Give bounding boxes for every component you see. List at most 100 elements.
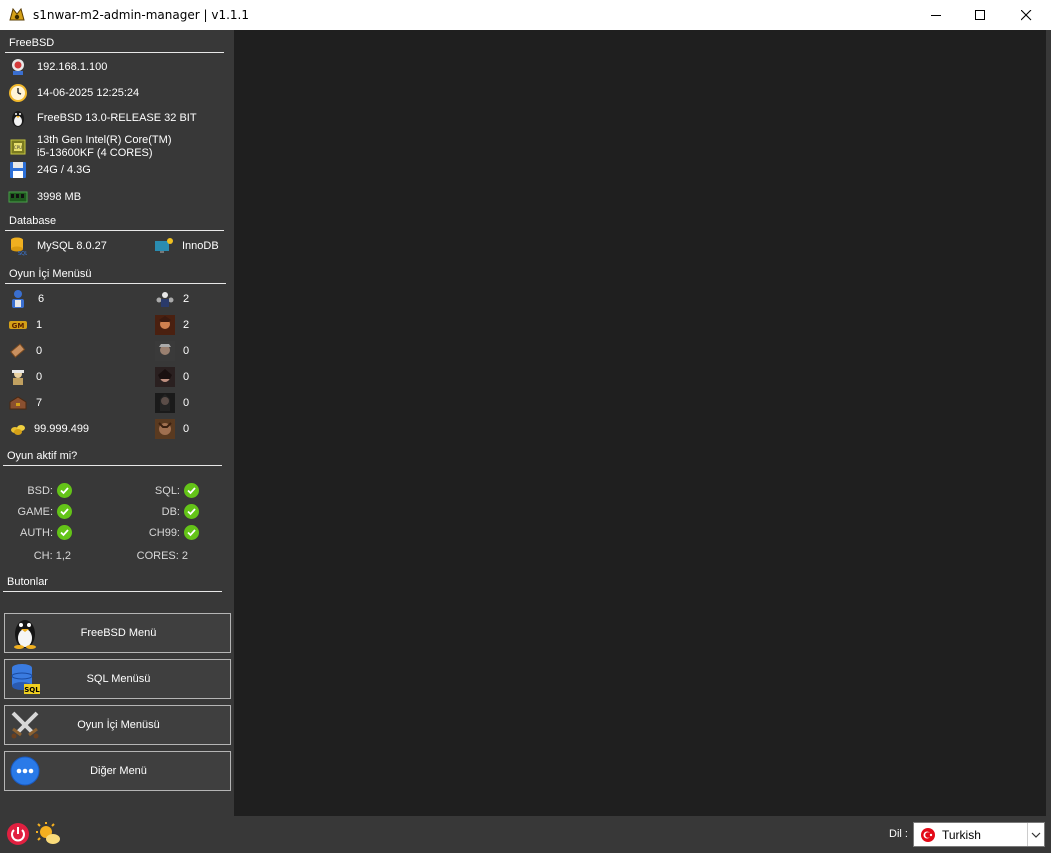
cores-info: CORES: 2: [120, 550, 188, 562]
check-icon: [184, 525, 199, 540]
sql-database-icon: SQL: [8, 236, 28, 256]
other-menu-button[interactable]: Diğer Menü: [4, 751, 231, 791]
floppy-disk-icon: [8, 160, 28, 180]
window-title: s1nwar-m2-admin-manager | v1.1.1: [33, 8, 249, 22]
language-dropdown[interactable]: Turkish: [913, 822, 1045, 847]
warrior-portrait-icon: [155, 315, 175, 335]
freebsd-menu-label: FreeBSD Menü: [80, 627, 157, 639]
sql-menu-label: SQL Menüsü: [86, 673, 151, 685]
shaman-value: 0: [183, 397, 190, 409]
app-window: s1nwar-m2-admin-manager | v1.1.1 FreeBSD…: [0, 0, 1051, 853]
item-value: 0: [36, 345, 43, 357]
ingame-menu-button[interactable]: Oyun İçi Menüsü: [4, 705, 231, 745]
lycan-value: 0: [183, 423, 190, 435]
auth-status: AUTH:: [0, 525, 72, 540]
svg-text:SQL: SQL: [18, 251, 27, 256]
section-divider: [5, 230, 224, 231]
ninja-portrait-icon: [155, 341, 175, 361]
ram-icon: [8, 187, 28, 207]
check-icon: [57, 504, 72, 519]
ingame-menu-label: Oyun İçi Menüsü: [77, 719, 160, 731]
language-label: Dil :: [889, 828, 908, 840]
yang-stat: 99.999.499: [8, 419, 89, 439]
ninja-stat: 0: [155, 341, 189, 361]
ram-row: 3998 MB: [8, 187, 81, 207]
scroll-icon: [8, 341, 28, 361]
database-section-title: Database: [9, 215, 57, 227]
sql-status-label: SQL:: [154, 484, 180, 497]
sql-menu-button[interactable]: SQL SQL Menüsü: [4, 659, 231, 699]
gm-count-value: 1: [36, 319, 43, 331]
other-menu-label: Diğer Menü: [90, 765, 147, 777]
db-version-row: SQL MySQL 8.0.27: [8, 236, 107, 256]
cpu-line-2: i5-13600KF (4 CORES): [37, 147, 153, 159]
game-status-label: GAME:: [17, 505, 53, 518]
buttons-section-title: Butonlar: [7, 576, 48, 588]
status-section-title: Oyun aktif mi?: [7, 450, 78, 462]
check-icon: [57, 525, 72, 540]
section-divider: [5, 52, 224, 53]
guild-value: 2: [183, 293, 190, 305]
gm-badge-icon: GM: [8, 315, 28, 335]
item-stat: 0: [8, 341, 42, 361]
gm-count-stat: GM 1: [8, 315, 42, 335]
db-status-label: DB:: [161, 505, 180, 518]
section-divider: [3, 465, 222, 466]
bottom-bar: Dil : Turkish: [0, 816, 1051, 853]
ram-amount: 3998 MB: [37, 190, 82, 203]
theme-toggle-icon[interactable]: [34, 821, 62, 847]
sql-status: SQL:: [120, 483, 199, 498]
svg-text:SQL: SQL: [24, 686, 40, 694]
close-button[interactable]: [1003, 0, 1049, 30]
yang-value: 99.999.499: [34, 423, 90, 435]
db-engine-row: InnoDB: [154, 236, 219, 256]
chevron-down-icon[interactable]: [1027, 823, 1044, 846]
turkey-flag-icon: [921, 827, 935, 842]
os-version: FreeBSD 13.0-RELEASE 32 BIT: [37, 111, 197, 124]
server-datetime: 14-06-2025 12:25:24: [37, 86, 140, 99]
cpu-row: CPU 13th Gen Intel(R) Core(TM) i5-13600K…: [8, 134, 171, 160]
cpu-icon: CPU: [8, 137, 28, 157]
mysql-version: MySQL 8.0.27: [37, 239, 107, 252]
warrior-stat: 2: [155, 315, 189, 335]
title-bar: s1nwar-m2-admin-manager | v1.1.1: [0, 0, 1051, 30]
bsd-status: BSD:: [0, 483, 72, 498]
sidebar: FreeBSD 192.168.1.100 14-06-2025 12:25:2…: [0, 30, 234, 816]
chest-icon: [8, 393, 28, 413]
player-icon: [8, 289, 28, 309]
ch99-status-label: CH99:: [148, 526, 180, 539]
disk-usage: 24G / 4.3G: [37, 163, 91, 176]
section-divider: [5, 283, 226, 284]
cpu-info: 13th Gen Intel(R) Core(TM) i5-13600KF (4…: [37, 134, 171, 160]
section-divider: [3, 591, 222, 592]
bsd-status-label: BSD:: [27, 484, 53, 497]
shop-value: 0: [36, 371, 43, 383]
ip-row: 192.168.1.100: [8, 57, 107, 77]
channels-info: CH: 1,2: [0, 550, 71, 562]
minimize-button[interactable]: [913, 0, 959, 30]
shop-stat: 0: [8, 367, 42, 387]
os-row: FreeBSD 13.0-RELEASE 32 BIT: [8, 108, 197, 128]
check-icon: [57, 483, 72, 498]
game-status: GAME:: [0, 504, 72, 519]
channels-label: CH: 1,2: [33, 550, 71, 562]
players-online-value: 6: [38, 293, 45, 305]
cpu-line-1: 13th Gen Intel(R) Core(TM): [37, 134, 172, 146]
disk-row: 24G / 4.3G: [8, 160, 91, 180]
chest-value: 7: [36, 397, 43, 409]
db-status: DB:: [120, 504, 199, 519]
penguin-icon: [8, 108, 28, 128]
power-icon[interactable]: [6, 822, 30, 846]
players-online-stat: 6: [8, 289, 44, 309]
freebsd-menu-button[interactable]: FreeBSD Menü: [4, 613, 231, 653]
window-right-border: [1046, 30, 1051, 816]
network-icon: [8, 57, 28, 77]
check-icon: [184, 483, 199, 498]
merchant-icon: [8, 367, 28, 387]
guild-group-icon: [155, 289, 175, 309]
maximize-button[interactable]: [957, 0, 1003, 30]
sura-stat: 0: [155, 367, 189, 387]
lycan-stat: 0: [155, 419, 189, 439]
warrior-value: 2: [183, 319, 190, 331]
cores-label: CORES: 2: [136, 550, 188, 562]
